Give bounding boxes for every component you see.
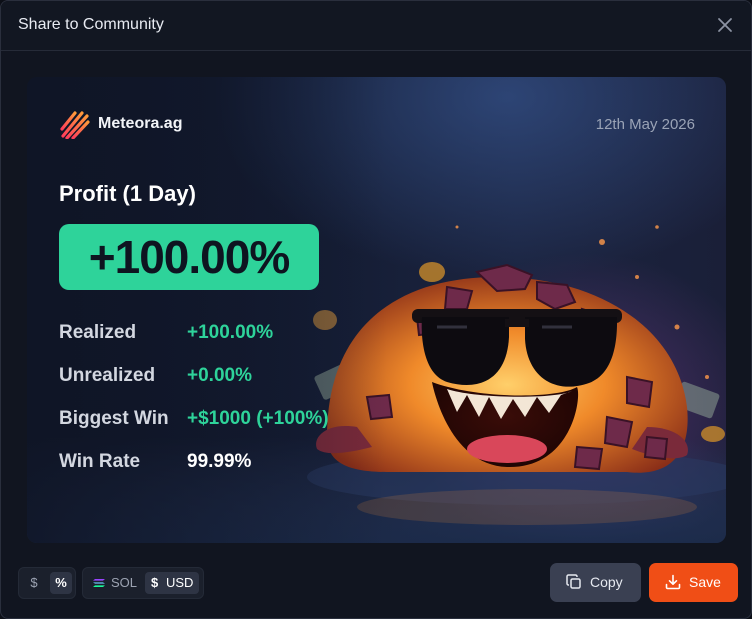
- dollar-icon: $: [151, 575, 159, 590]
- currency-sol-option[interactable]: SOL: [89, 572, 141, 594]
- copy-button[interactable]: Copy: [550, 563, 641, 602]
- stat-label: Biggest Win: [59, 408, 169, 429]
- meteora-logo-icon: [60, 111, 90, 139]
- modal-title: Share to Community: [18, 16, 164, 33]
- save-button[interactable]: Save: [649, 563, 738, 602]
- stat-value: +100.00%: [187, 322, 274, 343]
- profit-value: +100.00%: [88, 231, 290, 283]
- profit-label: Profit (1 Day): [59, 181, 196, 206]
- stat-label: Realized: [59, 322, 137, 343]
- currency-toggle: SOL $ USD: [82, 567, 204, 599]
- display-mode-toggle: $ %: [18, 567, 76, 599]
- currency-usd-label: USD: [166, 575, 194, 590]
- profit-badge: +100.00%: [59, 224, 319, 290]
- share-modal: Share to Community Meteora.ag 12th May 2…: [0, 0, 752, 619]
- stat-value: +0.00%: [187, 365, 252, 386]
- currency-sol-label: SOL: [111, 575, 138, 590]
- share-card: Meteora.ag 12th May 2026 Profit (1 Day) …: [27, 77, 726, 543]
- brand-name: Meteora.ag: [98, 115, 183, 132]
- copy-icon: [566, 574, 581, 589]
- copy-label: Copy: [590, 574, 623, 590]
- stat-value: +$1000 (+100%): [187, 408, 329, 429]
- stat-label: Unrealized: [59, 365, 156, 386]
- download-icon: [665, 574, 681, 590]
- close-button[interactable]: [713, 13, 737, 37]
- close-icon: [718, 18, 732, 32]
- solana-icon: [93, 579, 105, 587]
- stat-value: 99.99%: [187, 451, 252, 472]
- stat-label: Win Rate: [59, 451, 141, 472]
- share-date: 12th May 2026: [595, 116, 695, 133]
- mode-percent-option[interactable]: %: [50, 572, 72, 594]
- mode-dollar-option[interactable]: $: [25, 572, 43, 594]
- save-label: Save: [689, 574, 721, 590]
- currency-usd-option[interactable]: $ USD: [145, 572, 199, 594]
- modal-header: Share to Community: [1, 1, 751, 51]
- creature-illustration: [27, 77, 726, 543]
